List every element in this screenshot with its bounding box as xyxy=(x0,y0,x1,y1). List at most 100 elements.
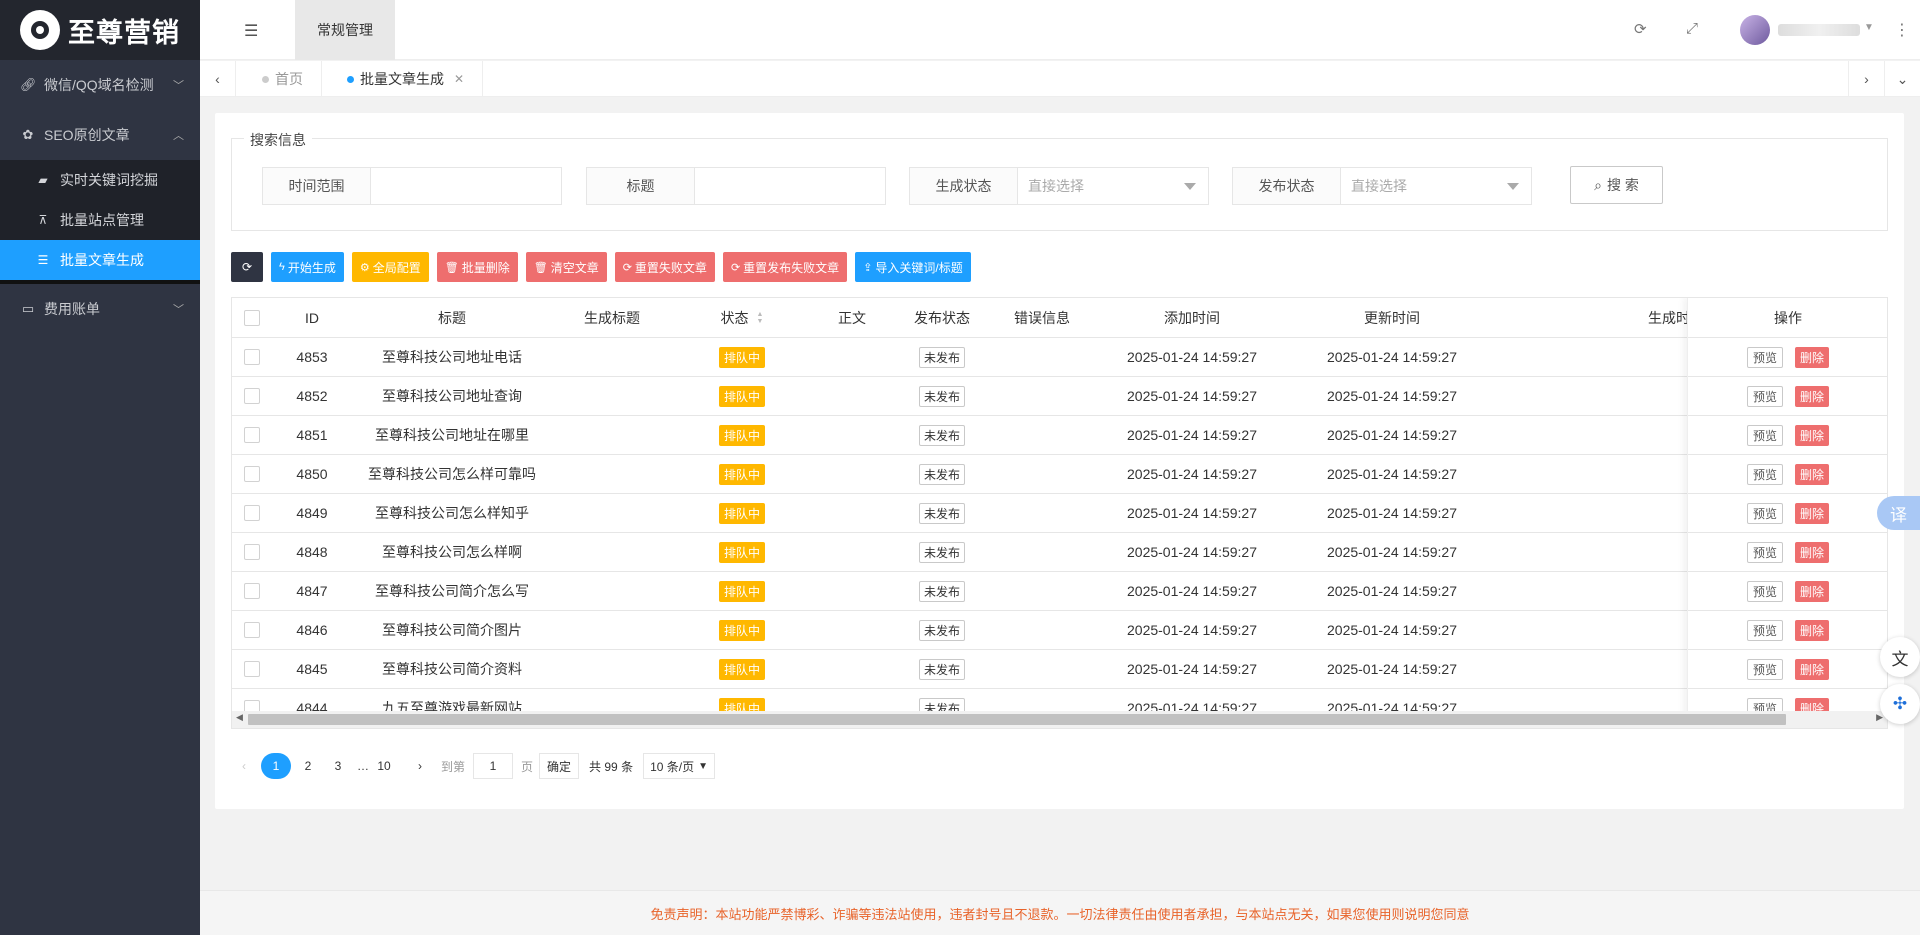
col-added[interactable]: 添加时间 xyxy=(1092,298,1292,337)
per-page-select[interactable]: 10 条/页 ▼ xyxy=(643,753,716,779)
translate-float-button[interactable]: 译 xyxy=(1877,496,1920,530)
scrollbar-thumb[interactable] xyxy=(248,714,1786,725)
tab-article-gen[interactable]: 批量文章生成 ✕ xyxy=(329,61,484,97)
status-badge: 排队中 xyxy=(718,541,765,563)
caret-down-icon[interactable]: ▼ xyxy=(1864,22,1874,33)
sort-icon[interactable]: ▲ ▼ xyxy=(757,311,764,325)
delete-button[interactable]: 删除 xyxy=(1795,502,1830,524)
gen-status-select[interactable]: 直接选择 xyxy=(1018,168,1208,204)
reset-publish-failed-button[interactable]: ⟳ 重置发布失败文章 xyxy=(722,252,848,282)
cell-status: 排队中 xyxy=(672,650,812,688)
confirm-page-button[interactable]: 确定 xyxy=(539,753,580,779)
sidebar-item-keyword-mining[interactable]: ▰ 实时关键词挖掘 xyxy=(0,160,200,200)
table-row: 4848 至尊科技公司怎么样啊 排队中 未发布 2025-01-24 14:59:27 2… xyxy=(232,533,1887,572)
sidebar-item-billing[interactable]: ▭ 费用账单 ﹀ xyxy=(0,284,200,334)
col-status[interactable]: 状态 ▲ ▼ xyxy=(672,298,812,337)
delete-button[interactable]: 删除 xyxy=(1795,346,1830,368)
next-page-icon[interactable]: › xyxy=(407,753,433,779)
col-gen-time[interactable]: 生成时 xyxy=(1492,298,1692,337)
row-checkbox[interactable] xyxy=(244,661,260,677)
row-checkbox[interactable] xyxy=(244,427,260,443)
preview-button[interactable]: 预览 xyxy=(1746,502,1783,524)
tab-home[interactable]: 首页 xyxy=(244,61,322,97)
row-checkbox[interactable] xyxy=(244,388,260,404)
import-keywords-button[interactable]: ⇪ 导入关键词/标题 xyxy=(855,252,971,282)
more-vertical-icon[interactable]: ⋮ xyxy=(1894,20,1910,40)
select-all-checkbox[interactable] xyxy=(244,309,260,326)
menu-toggle-icon[interactable]: ☰ xyxy=(244,21,258,41)
logo-icon xyxy=(20,10,60,50)
delete-button[interactable]: 删除 xyxy=(1795,385,1830,407)
row-checkbox[interactable] xyxy=(244,622,260,638)
sidebar-item-domain-check[interactable]: 🔗︎ 微信/QQ域名检测 ﹀ xyxy=(0,60,200,110)
page-2[interactable]: 2 xyxy=(295,753,321,779)
tabs-prev-icon[interactable]: ‹ xyxy=(200,61,236,97)
row-checkbox[interactable] xyxy=(244,349,260,365)
page-input[interactable]: 1 xyxy=(473,753,514,779)
delete-button[interactable]: 删除 xyxy=(1795,580,1830,602)
avatar[interactable] xyxy=(1740,15,1770,45)
cell-gen-title xyxy=(552,650,672,688)
row-checkbox[interactable] xyxy=(244,505,260,521)
book-icon: ▰ xyxy=(38,173,48,187)
status-badge: 排队中 xyxy=(718,502,765,524)
col-id[interactable]: ID xyxy=(272,298,352,337)
global-config-button[interactable]: ⚙ 全局配置 xyxy=(351,252,429,282)
title-input[interactable] xyxy=(695,168,885,204)
close-icon[interactable]: ✕ xyxy=(454,72,464,86)
col-gen-title[interactable]: 生成标题 xyxy=(552,298,672,337)
horizontal-scrollbar[interactable]: ◀ ▶ xyxy=(232,711,1887,728)
time-range-input[interactable] xyxy=(371,168,561,204)
preview-button[interactable]: 预览 xyxy=(1746,580,1783,602)
network-icon[interactable]: ✣ xyxy=(1880,684,1920,724)
sidebar-item-seo[interactable]: ✿ SEO原创文章 ︿ xyxy=(0,110,200,160)
page-1[interactable]: 1 xyxy=(261,753,291,779)
cell-error xyxy=(992,533,1092,571)
prev-page-icon[interactable]: ‹ xyxy=(231,753,257,779)
delete-button[interactable]: 删除 xyxy=(1795,619,1830,641)
search-button[interactable]: ⌕ 搜 索 xyxy=(1570,166,1663,204)
reset-failed-button[interactable]: ⟳ 重置失败文章 xyxy=(614,252,715,282)
row-checkbox[interactable] xyxy=(244,583,260,599)
col-error[interactable]: 错误信息 xyxy=(992,298,1092,337)
cell-error xyxy=(992,416,1092,454)
preview-button[interactable]: 预览 xyxy=(1746,424,1783,446)
logo[interactable]: 至尊营销 xyxy=(0,0,200,60)
start-generate-button[interactable]: ϟ 开始生成 xyxy=(271,252,344,282)
scroll-left-icon[interactable]: ◀ xyxy=(236,712,243,723)
top-tab-general[interactable]: 常规管理 xyxy=(295,0,395,60)
delete-button[interactable]: 删除 xyxy=(1795,463,1830,485)
page-3[interactable]: 3 xyxy=(325,753,351,779)
preview-button[interactable]: 预览 xyxy=(1746,346,1783,368)
page-10[interactable]: 10 xyxy=(371,753,397,779)
preview-button[interactable]: 预览 xyxy=(1746,619,1783,641)
refresh-button[interactable]: ⟳ xyxy=(231,252,263,282)
row-checkbox[interactable] xyxy=(244,466,260,482)
refresh-icon[interactable]: ⟳ xyxy=(1634,20,1647,38)
language-icon[interactable]: 文 xyxy=(1880,637,1920,677)
preview-button[interactable]: 预览 xyxy=(1746,463,1783,485)
sidebar-item-article-gen[interactable]: ☰ 批量文章生成 xyxy=(0,240,200,280)
username-blurred[interactable] xyxy=(1778,24,1860,36)
delete-button[interactable]: 删除 xyxy=(1795,424,1830,446)
delete-button[interactable]: 删除 xyxy=(1795,541,1830,563)
per-page-value: 10 条/页 xyxy=(650,759,695,774)
cell-added: 2025-01-24 14:59:27 xyxy=(1127,544,1257,560)
preview-button[interactable]: 预览 xyxy=(1746,658,1783,680)
clear-articles-button[interactable]: 🗑︎ 清空文章 xyxy=(525,252,607,282)
col-title[interactable]: 标题 xyxy=(352,298,552,337)
preview-button[interactable]: 预览 xyxy=(1746,541,1783,563)
tabs-dropdown-icon[interactable]: ⌄ xyxy=(1884,61,1920,97)
sidebar-item-site-manage[interactable]: ⊼ 批量站点管理 xyxy=(0,200,200,240)
col-pub-status[interactable]: 发布状态 xyxy=(892,298,992,337)
batch-delete-button[interactable]: 🗑︎ 批量删除 xyxy=(436,252,518,282)
delete-button[interactable]: 删除 xyxy=(1795,658,1830,680)
col-updated[interactable]: 更新时间 xyxy=(1292,298,1492,337)
fullscreen-icon[interactable]: ⤢ xyxy=(1686,20,1698,37)
pub-status-select[interactable]: 直接选择 xyxy=(1341,168,1531,204)
row-checkbox[interactable] xyxy=(244,544,260,560)
col-body[interactable]: 正文 xyxy=(812,298,892,337)
preview-button[interactable]: 预览 xyxy=(1746,385,1783,407)
tabs-next-icon[interactable]: › xyxy=(1848,61,1884,97)
sidebar-item-label: 微信/QQ域名检测 xyxy=(44,77,154,93)
